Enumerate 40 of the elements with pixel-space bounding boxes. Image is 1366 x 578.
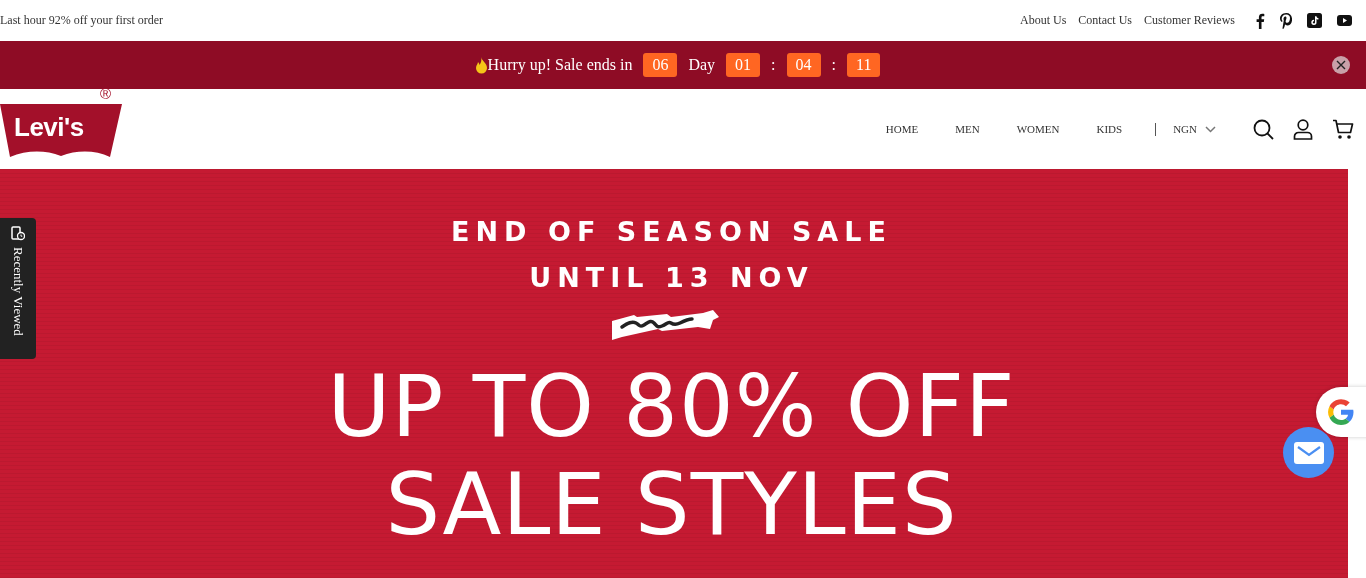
pinterest-icon[interactable] [1280,12,1292,29]
top-link[interactable]: Customer Reviews [1144,13,1235,28]
nav-link[interactable]: KIDS [1096,123,1123,135]
youtube-icon[interactable] [1337,15,1352,26]
countdown-digits: 01 [726,53,761,77]
top-link[interactable]: Contact Us [1078,13,1132,28]
recently-viewed-tab[interactable]: Recently Viewed [0,218,36,359]
close-icon [1336,60,1346,70]
search-icon[interactable] [1253,118,1274,140]
countdown-digits: 04 [786,53,821,77]
sale-heading: UNTIL 13 NOV [529,261,814,295]
registered-mark: ® [100,85,112,102]
tiktok-icon[interactable] [1307,13,1322,28]
envelope-icon [1293,441,1324,464]
flame-icon [474,56,488,74]
logo-text: Levi's [14,112,84,143]
close-button[interactable] [1332,56,1350,74]
countdown-label: : [771,56,776,74]
sale-headline: UP TO 80% OFF [327,357,1016,455]
sale-message: Hurry up! Sale ends in [487,56,633,74]
nav-link[interactable]: MEN [955,123,980,135]
top-link[interactable]: About Us [1020,13,1067,28]
batwing-logo[interactable] [0,104,122,158]
cart-icon[interactable] [1332,118,1354,140]
countdown-label: Day [688,56,716,74]
nav-link[interactable]: WOMEN [1016,123,1060,135]
sale-heading: END OF SEASON SALE [451,215,892,249]
nav-link[interactable]: HOME [885,123,919,135]
countdown-digits: 06 [643,53,678,77]
promo-text: Last hour 92% off your first order [0,13,164,28]
account-icon[interactable] [1293,118,1313,140]
google-badge[interactable] [1316,387,1366,437]
google-logo [1326,397,1356,427]
sale-headline: SALE STYLES [385,455,958,553]
history-icon [11,226,25,241]
countdown-label: : [831,56,836,74]
currency-selector[interactable]: NGN [1173,123,1216,135]
facebook-icon[interactable] [1255,12,1265,29]
chevron-down-icon [1205,125,1216,133]
countdown-digits: 11 [847,53,881,77]
